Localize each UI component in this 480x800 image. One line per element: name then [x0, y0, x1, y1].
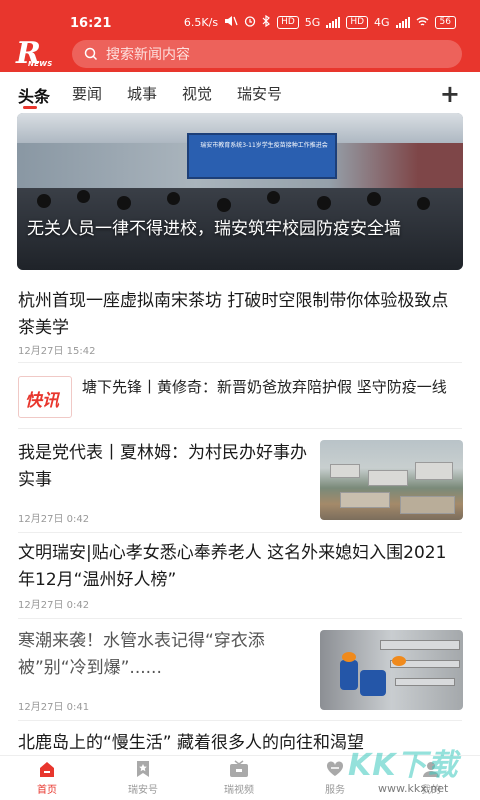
divider: [18, 362, 462, 363]
news-time: 12月27日 0:42: [18, 514, 90, 525]
search-bar[interactable]: 搜索新闻内容: [72, 40, 462, 68]
signal-icon-2: [395, 17, 410, 28]
tv-icon: [230, 760, 248, 777]
status-bar: 16:21 6.5K/s HD 5G HD 4G 56: [0, 0, 480, 40]
nav-home[interactable]: 首页: [17, 760, 77, 796]
search-placeholder: 搜索新闻内容: [106, 47, 190, 63]
network-type-1: 5G: [304, 16, 321, 29]
news-title: 我是党代表丨夏林姆：为村民办好事办实事: [18, 443, 307, 490]
divider: [18, 428, 462, 429]
news-time: 12月27日 0:42: [18, 600, 90, 611]
status-icons: 6.5K/s HD 5G HD 4G 56: [183, 14, 456, 30]
news-title: 杭州首现一座虚拟南宋茶坊 打破时空限制带你体验极致点茶美学: [18, 291, 449, 338]
news-title: 寒潮来袭！水管水表记得“穿衣添被”别“冷到爆”......: [18, 631, 265, 678]
active-tab-indicator: [23, 106, 37, 109]
battery-level: 56: [434, 16, 456, 29]
hd-badge-1: HD: [277, 16, 299, 29]
watermark: KK下载 www.kkx.net: [348, 740, 468, 798]
hero-caption: 无关人员一律不得进校，瑞安筑牢校园防疫安全墙: [27, 219, 401, 239]
network-speed: 6.5K/s: [183, 16, 219, 29]
tab-city[interactable]: 城事: [127, 83, 157, 104]
watermark-url: www.kkx.net: [378, 782, 449, 795]
news-item[interactable]: 我是党代表丨夏林姆：为村民办好事办实事: [18, 440, 308, 494]
news-title: 文明瑞安|贴心孝女悉心奉养老人 这名外来媳妇入围2021年12月“温州好人榜”: [18, 543, 447, 590]
news-thumbnail[interactable]: [320, 440, 463, 520]
search-icon: [84, 47, 98, 61]
bookmark-star-icon: [137, 761, 149, 777]
network-type-2: 4G: [374, 16, 390, 29]
nav-label: 瑞视频: [224, 785, 254, 796]
tab-ruian-account[interactable]: 瑞安号: [237, 83, 282, 104]
app-logo[interactable]: R NEWS: [14, 36, 60, 71]
divider: [18, 618, 462, 619]
hero-image-screen: 瑞安市教育系统3-11岁学生疫苗接种工作推进会: [187, 133, 337, 179]
mute-icon: [224, 15, 238, 30]
news-item[interactable]: 杭州首现一座虚拟南宋茶坊 打破时空限制带你体验极致点茶美学: [18, 288, 462, 342]
flash-badge-label: 快讯: [25, 391, 59, 411]
nav-ruian-account[interactable]: 瑞安号: [113, 760, 173, 796]
hero-banner[interactable]: 瑞安市教育系统3-11岁学生疫苗接种工作推进会 无关人员一律不得进校，瑞安筑牢校…: [17, 113, 463, 270]
news-time: 12月27日 15:42: [18, 346, 96, 357]
home-icon: [40, 762, 54, 777]
hero-screen-text: 瑞安市教育系统3-11岁学生疫苗接种工作推进会: [200, 142, 328, 149]
nav-label: 瑞安号: [128, 785, 158, 796]
alarm-icon: [244, 15, 256, 30]
heart-icon: [326, 761, 344, 776]
app-header: 16:21 6.5K/s HD 5G HD 4G 56 R NEWS 搜索新闻内…: [0, 0, 480, 72]
nav-label: 首页: [37, 785, 57, 796]
add-tab-icon[interactable]: +: [440, 80, 460, 108]
flash-news-badge: 快讯: [18, 376, 72, 418]
divider: [18, 720, 462, 721]
news-item[interactable]: 文明瑞安|贴心孝女悉心奉养老人 这名外来媳妇入围2021年12月“温州好人榜”: [18, 540, 462, 594]
news-item[interactable]: 寒潮来袭！水管水表记得“穿衣添被”别“冷到爆”......: [18, 628, 308, 682]
watermark-logo-text: KK下载: [348, 748, 459, 783]
tab-headlines[interactable]: 头条: [18, 83, 50, 107]
hd-badge-2: HD: [346, 16, 369, 29]
wifi-icon: [416, 16, 429, 30]
bluetooth-icon: [262, 14, 271, 30]
tab-top-news[interactable]: 要闻: [72, 83, 102, 104]
news-thumbnail[interactable]: [320, 630, 463, 710]
status-time: 16:21: [70, 16, 112, 31]
news-time: 12月27日 0:41: [18, 702, 90, 713]
tab-visual[interactable]: 视觉: [182, 83, 212, 104]
signal-icon-1: [326, 17, 341, 28]
flash-news-text[interactable]: 塘下先锋丨黄修奇：新晋奶爸放弃陪护假 坚守防疫一线: [82, 376, 462, 398]
divider: [18, 532, 462, 533]
logo-word: NEWS: [28, 60, 53, 68]
category-tabs: 头条 要闻 城事 视觉 瑞安号 +: [0, 72, 480, 112]
nav-video[interactable]: 瑞视频: [209, 760, 269, 796]
